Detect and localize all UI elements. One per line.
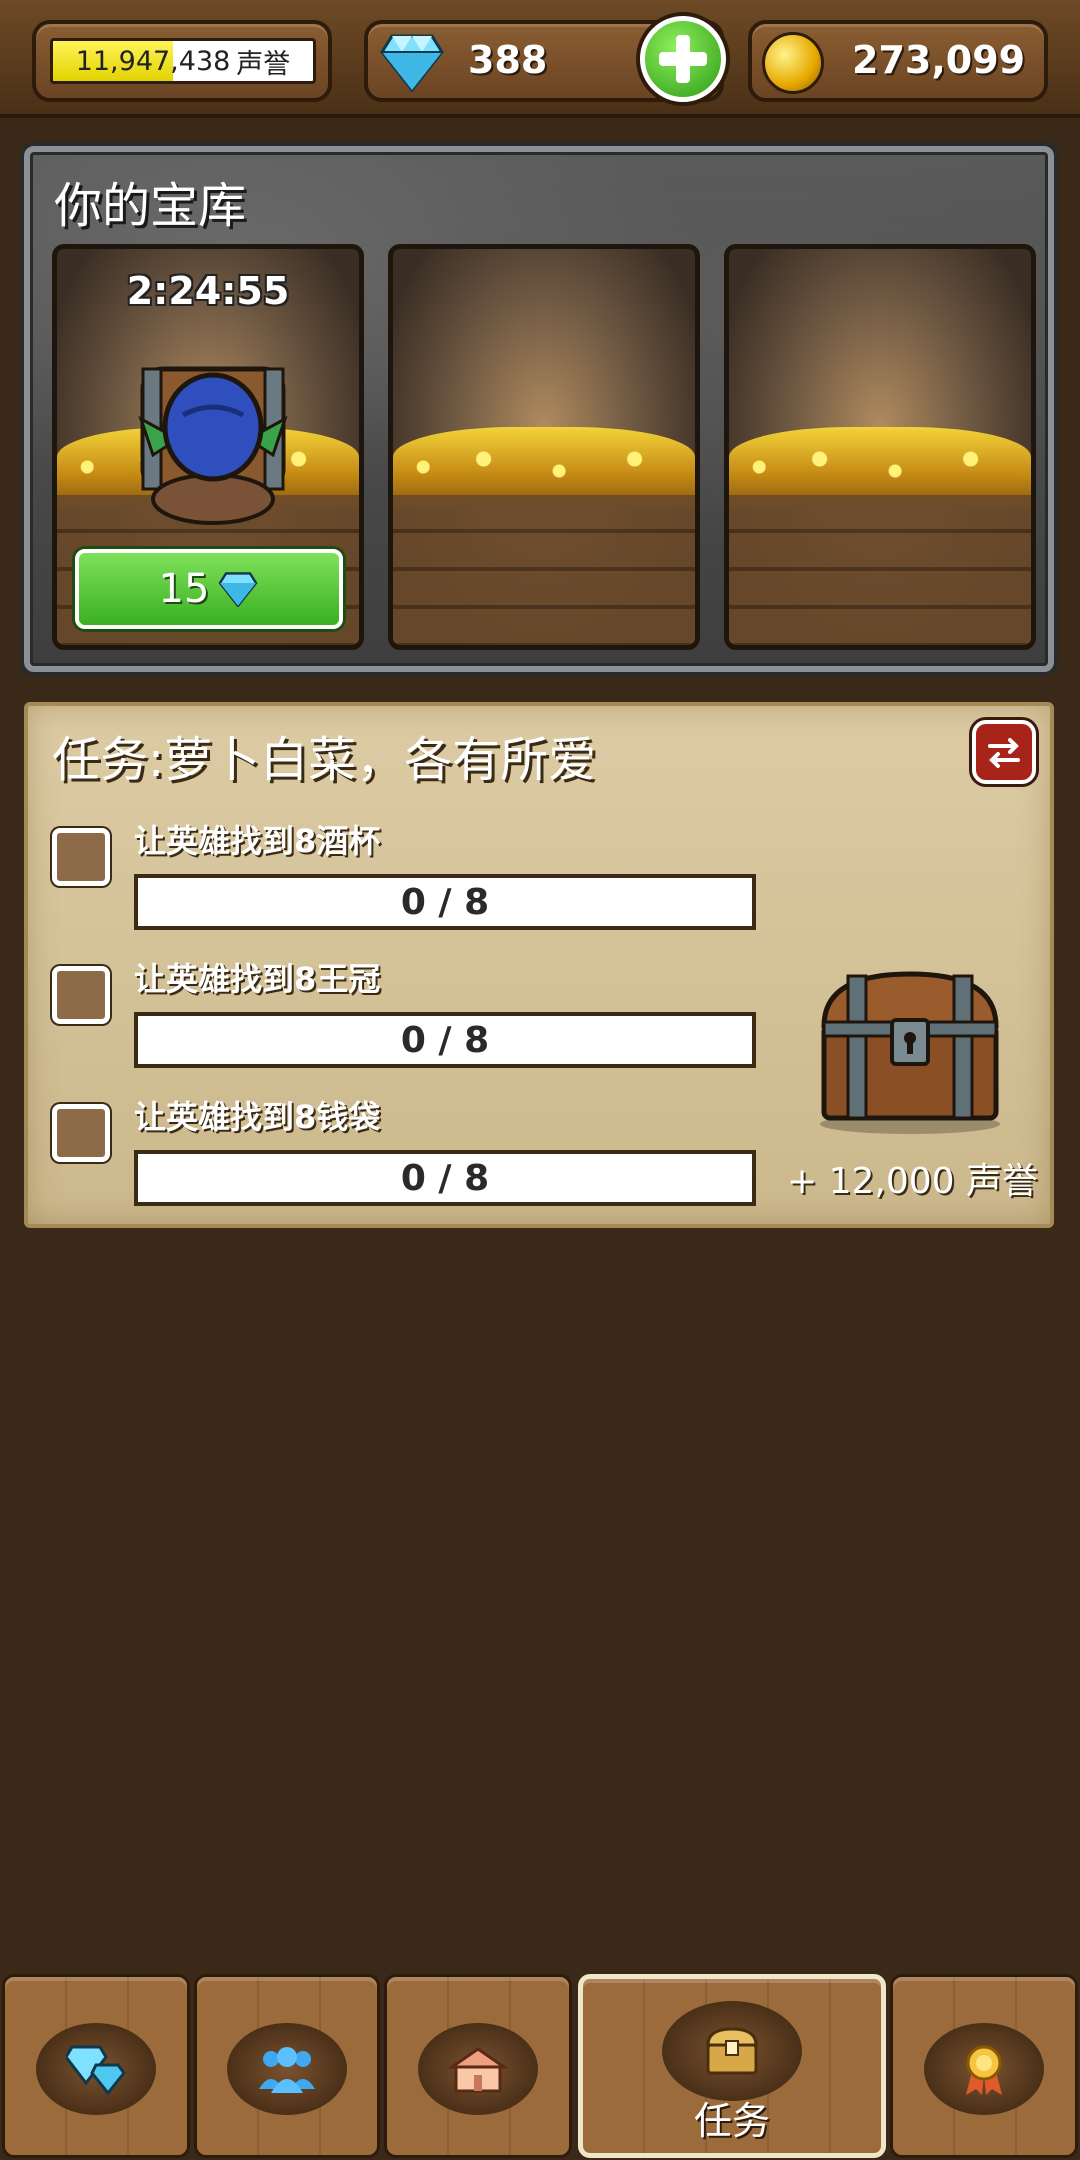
task-label: 让英雄找到8钱袋 [134, 1098, 381, 1136]
nav-tab-quest[interactable]: 任务 [578, 1974, 886, 2158]
quest-task-2: 让英雄找到8王冠 0 / 8 [52, 954, 772, 1084]
task-progress-bar: 0 / 8 [134, 1150, 756, 1206]
gems-icon [66, 2045, 126, 2096]
gold-coin-icon [762, 32, 824, 94]
achievement-medal-icon [966, 2045, 1002, 2095]
vault-slot-1[interactable]: 2:24:55 15 [52, 244, 364, 650]
task-checkbox [52, 828, 110, 886]
goblin-thief-icon [138, 366, 288, 525]
swap-arrows-icon [988, 738, 1020, 768]
nav-tab-heroes[interactable] [194, 1974, 380, 2158]
speedup-button[interactable]: 15 [75, 549, 343, 629]
gems-value: 388 [468, 38, 548, 82]
gold-value: 273,099 [852, 38, 1026, 82]
task-progress-bar: 0 / 8 [134, 1012, 756, 1068]
quest-task-1: 让英雄找到8酒杯 0 / 8 [52, 816, 772, 946]
speedup-cost: 15 [158, 566, 210, 612]
quest-chest-icon [706, 2027, 758, 2075]
quest-panel: 任务:萝卜白菜，各有所爱 让英雄找到8酒杯 0 / 8 让英雄找到8王冠 0 /… [24, 702, 1054, 1228]
nav-tab-achievements[interactable] [890, 1974, 1078, 2158]
task-progress-bar: 0 / 8 [134, 874, 756, 930]
task-checkbox [52, 1104, 110, 1162]
diamond-icon [380, 34, 444, 92]
vault-panel: 你的宝库 2:24:55 15 [24, 146, 1054, 672]
quest-title: 任务:萝卜白菜，各有所爱 [52, 732, 597, 788]
gems-panel: 388 [364, 16, 726, 102]
vault-slot-timer: 2:24:55 [126, 269, 290, 313]
task-label: 让英雄找到8酒杯 [134, 822, 381, 860]
vault-title: 你的宝库 [54, 178, 247, 234]
heroes-icon [259, 2047, 315, 2093]
reputation-value: 11,947,438 [75, 45, 231, 77]
vault-slot-2[interactable] [388, 244, 700, 650]
nav-tab-buildings[interactable] [384, 1974, 572, 2158]
diamond-icon [218, 572, 258, 607]
reputation-unit: 声誉 [236, 48, 291, 80]
reputation-bar: 11,947,438 声誉 [50, 38, 316, 84]
swap-quest-button[interactable] [972, 720, 1036, 784]
reputation-panel: 11,947,438 声誉 [32, 20, 332, 102]
treasure-chest-icon[interactable] [810, 966, 1010, 1136]
vault-slot-3[interactable] [724, 244, 1036, 650]
top-resource-bar: 11,947,438 声誉 388 273,099 [0, 0, 1080, 118]
nav-tab-gems[interactable] [2, 1974, 190, 2158]
add-gems-button[interactable] [640, 16, 726, 102]
buildings-icon [448, 2047, 508, 2093]
task-label: 让英雄找到8王冠 [134, 960, 381, 998]
gold-panel: 273,099 [748, 20, 1048, 102]
quest-task-3: 让英雄找到8钱袋 0 / 8 [52, 1092, 772, 1222]
quest-reward-text: + 12,000 声誉 [786, 1161, 1038, 1202]
task-checkbox [52, 966, 110, 1024]
bottom-navigation: 任务 [0, 1968, 1080, 2160]
nav-tab-quest-label: 任务 [693, 2099, 770, 2143]
